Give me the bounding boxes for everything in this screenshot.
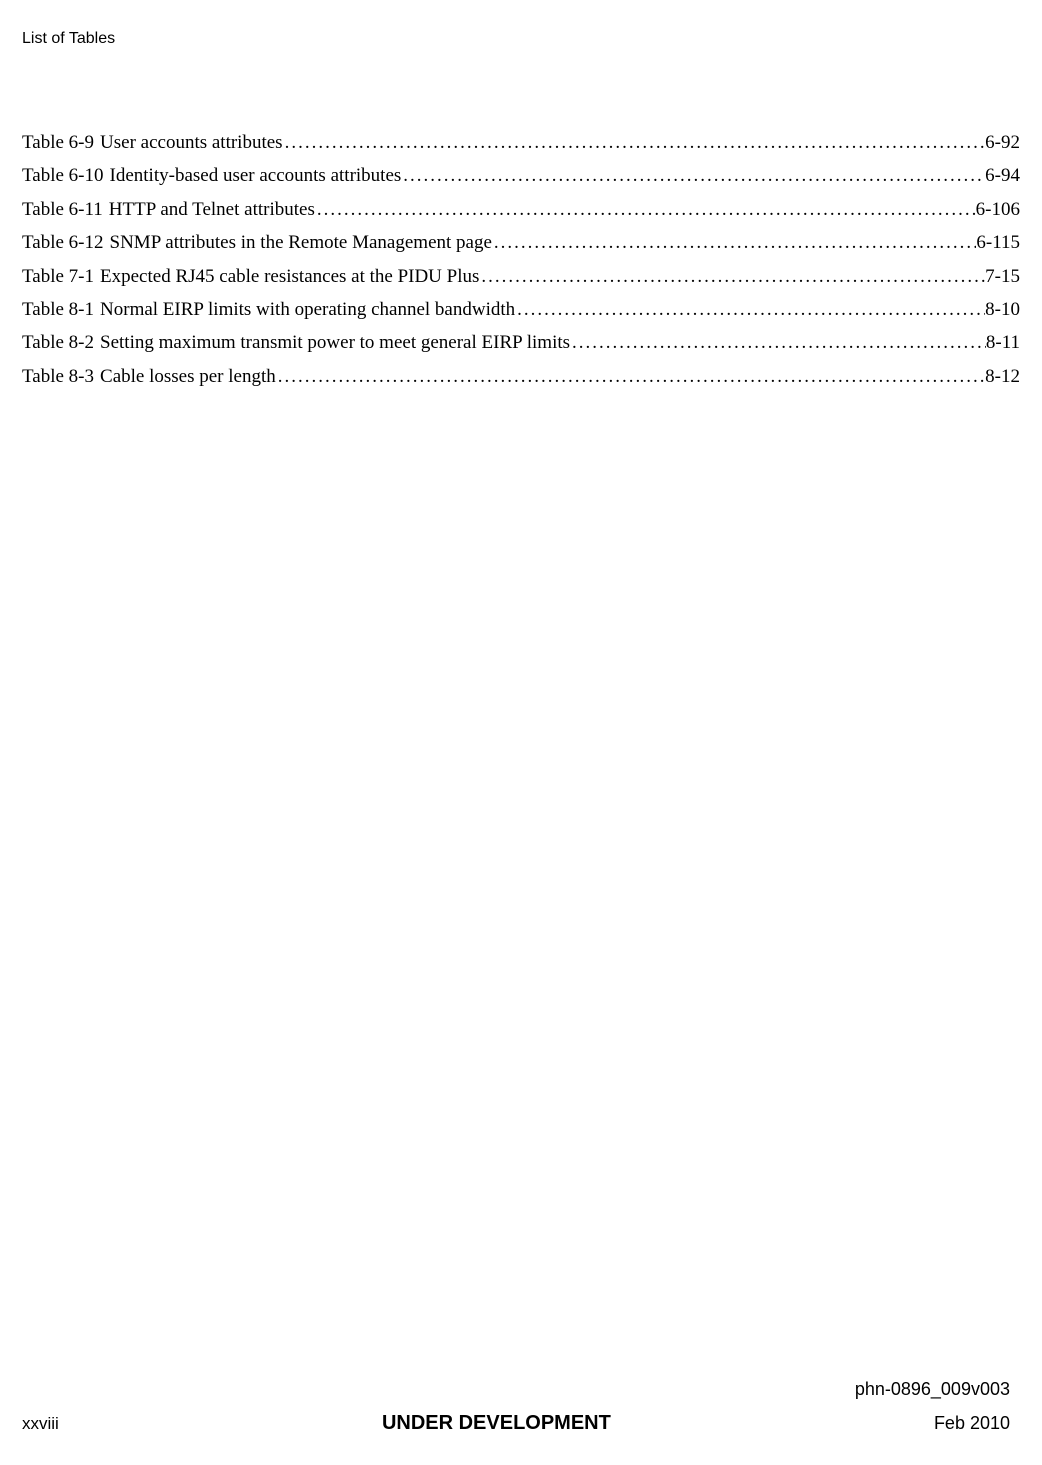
toc-page: 8-12 <box>985 362 1020 392</box>
toc-dots: ........................................… <box>570 328 986 358</box>
toc-row: Table 8-3 Cable losses per length ......… <box>22 362 1020 392</box>
toc-dots: ........................................… <box>479 262 985 292</box>
toc-row: Table 8-1 Normal EIRP limits with operat… <box>22 295 1020 325</box>
footer-date: Feb 2010 <box>934 1413 1020 1434</box>
toc-row: Table 6-9 User accounts attributes .....… <box>22 128 1020 158</box>
toc-page: 8-10 <box>985 295 1020 325</box>
toc-row: Table 6-12 SNMP attributes in the Remote… <box>22 228 1020 258</box>
toc-row: Table 7-1 Expected RJ45 cable resistance… <box>22 262 1020 292</box>
toc-row: Table 6-11 HTTP and Telnet attributes ..… <box>22 195 1020 225</box>
toc-dots: ........................................… <box>283 128 986 158</box>
toc-dots: ........................................… <box>401 161 985 191</box>
toc-page: 6-115 <box>976 228 1020 258</box>
toc-content: Table 6-9 User accounts attributes .....… <box>0 128 1042 392</box>
toc-title: HTTP and Telnet attributes <box>103 195 315 225</box>
toc-title: Expected RJ45 cable resistances at the P… <box>94 262 479 292</box>
toc-page: 6-92 <box>985 128 1020 158</box>
toc-title: Normal EIRP limits with operating channe… <box>94 295 515 325</box>
footer-pagenum: xxviii <box>22 1414 59 1434</box>
toc-page: 8-11 <box>986 328 1020 358</box>
toc-row: Table 8-2 Setting maximum transmit power… <box>22 328 1020 358</box>
toc-page: 6-94 <box>985 161 1020 191</box>
toc-title: User accounts attributes <box>94 128 283 158</box>
toc-dots: ........................................… <box>492 228 976 258</box>
header-title: List of Tables <box>22 30 115 47</box>
footer-status: UNDER DEVELOPMENT <box>382 1412 611 1435</box>
toc-page: 7-15 <box>985 262 1020 292</box>
document-page: List of Tables Table 6-9 User accounts a… <box>0 0 1042 1465</box>
page-footer: phn-0896_009v003 xxviii UNDER DEVELOPMEN… <box>0 1379 1042 1435</box>
toc-dots: ........................................… <box>315 195 976 225</box>
toc-row: Table 6-10 Identity-based user accounts … <box>22 161 1020 191</box>
toc-title: Cable losses per length <box>94 362 276 392</box>
toc-title: Setting maximum transmit power to meet g… <box>94 328 570 358</box>
toc-label: Table 8-2 <box>22 328 94 358</box>
toc-label: Table 8-1 <box>22 295 94 325</box>
toc-title: SNMP attributes in the Remote Management… <box>104 228 492 258</box>
footer-row: xxviii UNDER DEVELOPMENT Feb 2010 <box>22 1412 1020 1435</box>
footer-docref: phn-0896_009v003 <box>22 1379 1020 1400</box>
toc-page: 6-106 <box>976 195 1020 225</box>
toc-label: Table 6-11 <box>22 195 103 225</box>
toc-label: Table 8-3 <box>22 362 94 392</box>
toc-dots: ........................................… <box>276 362 985 392</box>
toc-label: Table 6-9 <box>22 128 94 158</box>
toc-label: Table 6-12 <box>22 228 104 258</box>
page-header: List of Tables <box>0 30 1042 48</box>
toc-dots: ........................................… <box>515 295 985 325</box>
toc-title: Identity-based user accounts attributes <box>104 161 402 191</box>
toc-label: Table 7-1 <box>22 262 94 292</box>
toc-label: Table 6-10 <box>22 161 104 191</box>
